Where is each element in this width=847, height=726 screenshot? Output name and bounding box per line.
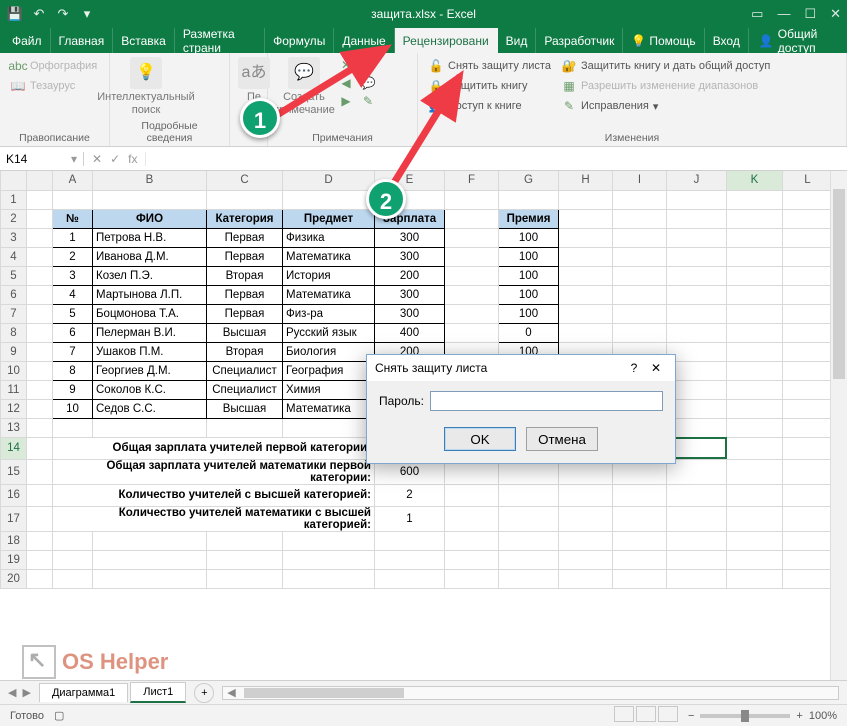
tab-help[interactable]: 💡Помощь [623,28,704,53]
tab-view[interactable]: Вид [498,28,537,53]
scroll-left-icon[interactable]: ◀ [223,686,239,699]
window-controls: ▭ — ☐ ✕ [751,6,841,22]
chevron-down-icon[interactable]: ▾ [71,152,77,166]
maximize-icon[interactable]: ☐ [804,6,816,22]
tab-insert[interactable]: Вставка [113,28,175,53]
protect-share-icon: 🔐 [561,58,577,74]
normal-view-icon [614,706,634,722]
thesaurus-button[interactable]: 📖Тезаурус [8,77,99,95]
redo-icon[interactable]: ↷ [54,5,72,23]
vertical-scrollbar[interactable] [830,171,847,680]
dialog-title: Снять защиту листа [375,361,623,375]
unprotect-sheet-dialog: Снять защиту листа ? ✕ Пароль: OK Отмена [366,354,676,464]
formula-bar: K14▾ ✕ ✓ fx [0,147,847,171]
zoom-out-icon[interactable]: − [688,710,694,722]
minimize-icon[interactable]: — [777,6,790,22]
share-button[interactable]: 👤Общий доступ [749,28,847,53]
fx-icon[interactable]: fx [128,152,137,166]
comment-icon: 💬 [288,57,320,89]
tab-review[interactable]: Рецензировани [395,28,498,53]
unlock-sheet-icon: 🔓 [428,58,444,74]
tab-file[interactable]: Файл [4,28,51,53]
macro-record-icon[interactable]: ▢ [54,709,64,722]
track-changes-button[interactable]: ✎Исправления ▾ [559,97,772,115]
sheet-tab-list1[interactable]: Лист1 [130,682,186,703]
status-bar: Готово ▢ − + 100% [0,704,847,726]
show-comment-icon[interactable]: 💬 [360,57,376,73]
sheet-tab-bar: ◀ ▶ Диаграмма1 Лист1 + ◀ [0,680,847,704]
group-label-changes: Изменения [426,130,838,144]
thesaurus-icon: 📖 [10,78,26,94]
group-label-proofing: Правописание [8,130,101,144]
zoom-in-icon[interactable]: + [796,710,802,722]
spelling-button[interactable]: abcОрфография [8,57,99,75]
show-ink-icon[interactable]: ✎ [360,93,376,109]
tab-signin[interactable]: Вход [705,28,749,53]
title-bar: 💾 ↶ ↷ ▾ защита.xlsx - Excel ▭ — ☐ ✕ [0,0,847,28]
window-title: защита.xlsx - Excel [96,7,751,21]
tab-page-layout[interactable]: Разметка страни [175,28,265,53]
qat-dropdown-icon[interactable]: ▾ [78,5,96,23]
group-label-insights: Подробные сведения [118,118,221,144]
lock-workbook-icon: 🔒 [428,78,444,94]
callout-2: 2 [366,179,406,219]
ribbon-options-icon[interactable]: ▭ [751,6,763,22]
accept-formula-icon[interactable]: ✓ [110,152,120,166]
share-icon: 👤 [759,34,774,48]
track-changes-icon: ✎ [561,98,577,114]
save-icon[interactable]: 💾 [6,5,24,23]
edit-ranges-icon: ▦ [561,78,577,94]
dialog-close-icon[interactable]: ✕ [645,361,667,375]
spellcheck-icon: abc [10,58,26,74]
tab-data[interactable]: Данные [334,28,394,53]
translate-icon: aあ [238,57,270,89]
cancel-button[interactable]: Отмена [526,427,598,451]
password-input[interactable] [430,391,663,411]
view-buttons[interactable] [612,706,678,725]
sheet-tab-diagram1[interactable]: Диаграмма1 [39,683,128,702]
undo-icon[interactable]: ↶ [30,5,48,23]
allow-edit-ranges-button[interactable]: ▦Разрешить изменение диапазонов [559,77,772,95]
sheet-nav-prev-icon[interactable]: ◀ [8,686,16,699]
password-label: Пароль: [379,394,424,408]
status-ready: Готово [10,710,44,722]
protect-and-share-button[interactable]: 🔐Защитить книгу и дать общий доступ [559,57,772,75]
callout-1: 1 [240,98,280,138]
lightbulb-icon: 💡 [130,57,162,89]
delete-comment-icon[interactable]: ✕ [338,57,354,73]
sheet-nav-next-icon[interactable]: ▶ [22,686,30,699]
help-icon: 💡 [631,34,646,48]
dialog-help-icon[interactable]: ? [623,361,645,375]
watermark-logo: OS Helper [22,645,168,679]
share-workbook-icon: 👥 [428,98,444,114]
cancel-formula-icon[interactable]: ✕ [92,152,102,166]
add-sheet-button[interactable]: + [194,683,214,703]
quick-access-toolbar: 💾 ↶ ↷ ▾ [6,5,96,23]
zoom-slider[interactable] [700,714,790,718]
unprotect-sheet-button[interactable]: 🔓Снять защиту листа [426,57,553,75]
ok-button[interactable]: OK [444,427,516,451]
group-label-comments: Примечания [276,130,409,144]
ribbon: abcОрфография 📖Тезаурус Правописание 💡Ин… [0,53,847,147]
horizontal-scrollbar[interactable]: ◀ [222,686,839,700]
cursor-icon [22,645,56,679]
tab-home[interactable]: Главная [51,28,114,53]
zoom-level[interactable]: 100% [809,710,837,722]
close-icon[interactable]: ✕ [830,6,841,22]
tab-formulas[interactable]: Формулы [265,28,334,53]
page-break-view-icon [658,706,678,722]
next-comment-icon[interactable]: ▶ [338,93,354,109]
translate-button[interactable]: aあПе [238,57,270,104]
protect-workbook-button[interactable]: 🔒Защитить книгу [426,77,553,95]
page-layout-view-icon [636,706,656,722]
new-comment-button[interactable]: 💬Создать примечание [276,57,332,116]
tab-developer[interactable]: Разработчик [536,28,623,53]
ribbon-tabs: Файл Главная Вставка Разметка страни Фор… [0,28,847,53]
show-all-comments-icon[interactable]: 💬 [360,75,376,91]
name-box[interactable]: K14▾ [0,152,84,166]
share-workbook-button[interactable]: 👥Доступ к книге [426,97,553,115]
prev-comment-icon[interactable]: ◀ [338,75,354,91]
smart-lookup-button[interactable]: 💡Интеллектуальный поиск [118,57,174,116]
